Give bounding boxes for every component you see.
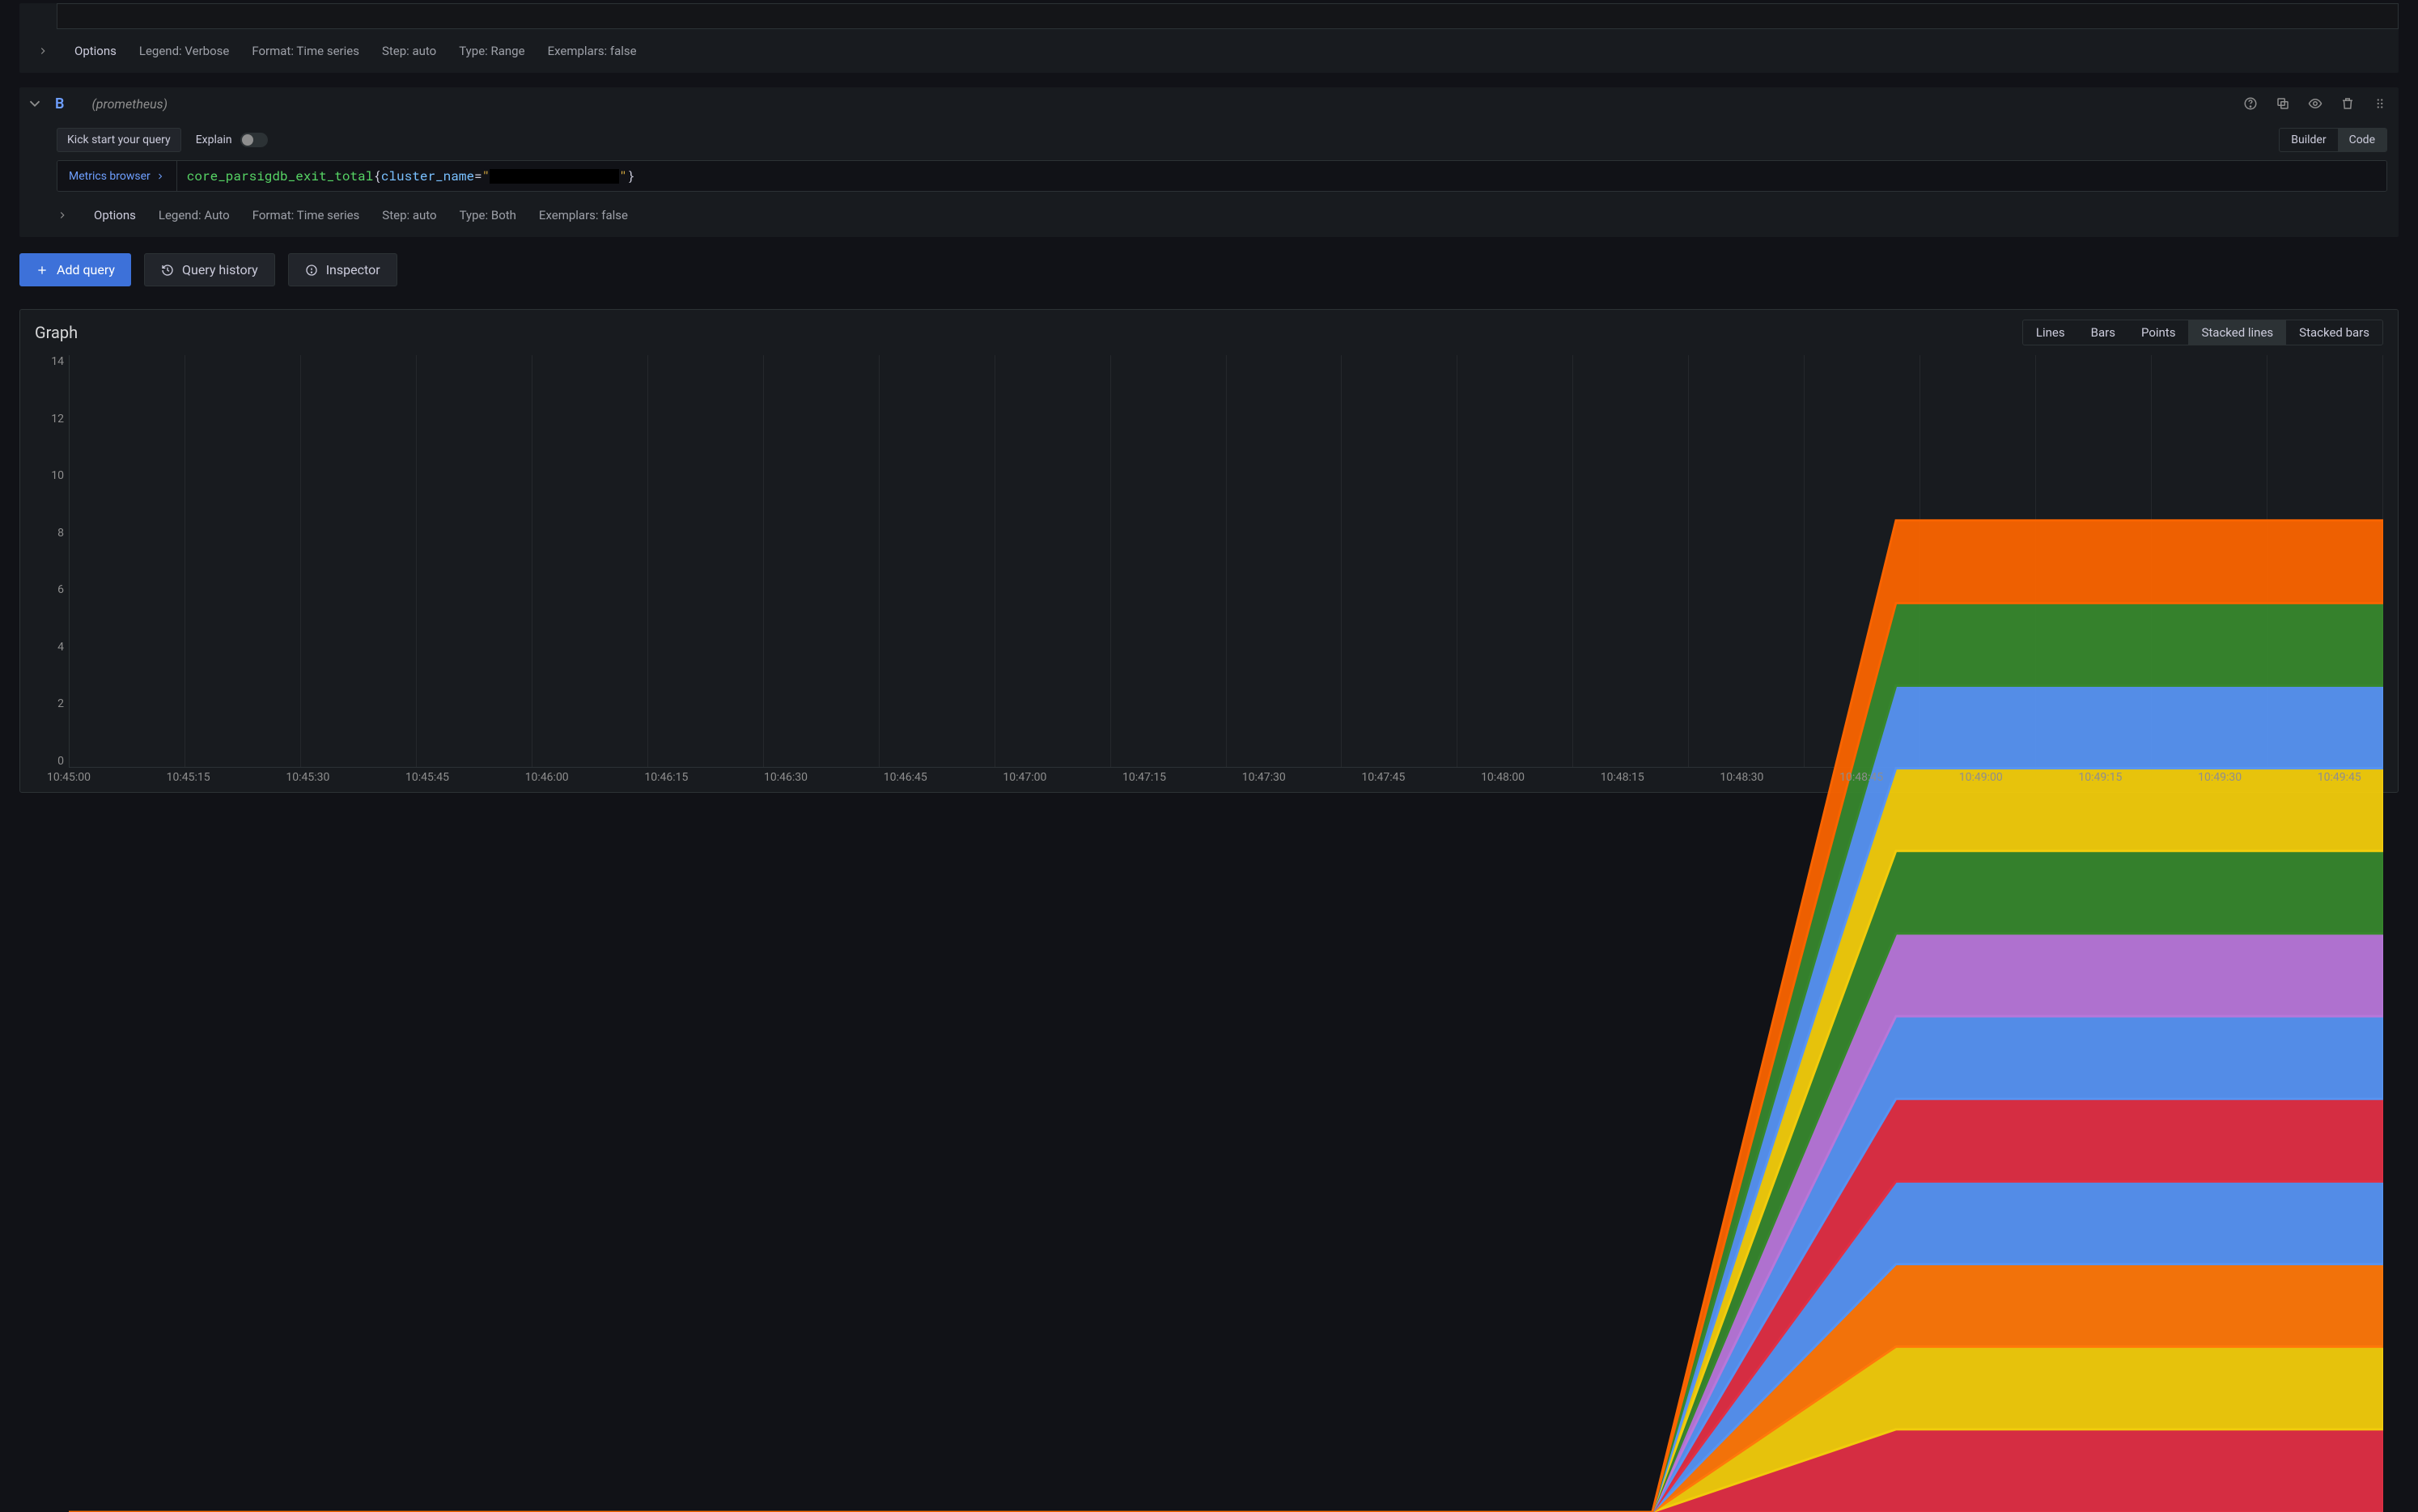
x-tick: 10:45:45 bbox=[405, 771, 449, 792]
x-tick: 10:46:00 bbox=[525, 771, 569, 792]
explain-label: Explain bbox=[196, 133, 232, 146]
query-b-panel: B (prometheus) Kick start your query Exp… bbox=[19, 87, 2399, 237]
datasource-name: (prometheus) bbox=[91, 96, 168, 112]
viz-points[interactable]: Points bbox=[2128, 320, 2189, 345]
format-summary: Format: Time series bbox=[252, 208, 360, 222]
graph-title: Graph bbox=[35, 323, 78, 342]
y-tick: 0 bbox=[28, 755, 64, 768]
x-tick: 10:49:30 bbox=[2198, 771, 2242, 792]
query-b-options-row: Options Legend: Auto Format: Time series… bbox=[57, 197, 2387, 237]
query-a-options-row: Options Legend: Verbose Format: Time ser… bbox=[19, 32, 2399, 73]
copy-icon[interactable] bbox=[2271, 91, 2295, 116]
x-tick: 10:49:00 bbox=[1959, 771, 2003, 792]
x-tick: 10:46:15 bbox=[644, 771, 688, 792]
query-letter[interactable]: B bbox=[55, 95, 64, 112]
query-history-button[interactable]: Query history bbox=[144, 253, 275, 286]
x-tick: 10:45:30 bbox=[286, 771, 329, 792]
inspector-label: Inspector bbox=[326, 262, 380, 277]
query-a-panel: Options Legend: Verbose Format: Time ser… bbox=[19, 3, 2399, 73]
step-summary: Step: auto bbox=[382, 44, 436, 58]
trash-icon[interactable] bbox=[2335, 91, 2360, 116]
options-label[interactable]: Options bbox=[94, 208, 136, 222]
exemplars-summary: Exemplars: false bbox=[548, 44, 637, 58]
explain-toggle[interactable] bbox=[240, 133, 268, 147]
format-summary: Format: Time series bbox=[252, 44, 359, 58]
query-a-code-input[interactable] bbox=[57, 3, 2399, 29]
series-area bbox=[69, 1429, 2383, 1512]
y-tick: 4 bbox=[28, 641, 64, 654]
y-tick: 14 bbox=[28, 355, 64, 368]
y-tick: 6 bbox=[28, 583, 64, 596]
eye-icon[interactable] bbox=[2303, 91, 2327, 116]
token-metric: core_parsigdb_exit_total bbox=[187, 167, 373, 184]
plot-svg bbox=[69, 355, 2383, 1512]
legend-summary: Legend: Verbose bbox=[139, 44, 229, 58]
chevron-down-icon[interactable] bbox=[26, 95, 44, 112]
viz-stacked-bars[interactable]: Stacked bars bbox=[2286, 320, 2382, 345]
y-tick: 12 bbox=[28, 413, 64, 426]
options-label[interactable]: Options bbox=[74, 44, 117, 58]
chevron-right-icon[interactable] bbox=[57, 210, 68, 221]
query-b-header: B (prometheus) bbox=[19, 87, 2399, 120]
query-history-label: Query history bbox=[182, 262, 258, 277]
x-tick: 10:46:30 bbox=[764, 771, 808, 792]
x-tick: 10:46:45 bbox=[884, 771, 927, 792]
viz-bars[interactable]: Bars bbox=[2078, 320, 2128, 345]
x-tick: 10:47:45 bbox=[1361, 771, 1405, 792]
kick-start-button[interactable]: Kick start your query bbox=[57, 128, 181, 152]
inspector-button[interactable]: Inspector bbox=[288, 253, 397, 286]
x-tick: 10:48:15 bbox=[1601, 771, 1644, 792]
promql-input[interactable]: core_parsigdb_exit_total{cluster_name=""… bbox=[177, 161, 2386, 191]
exemplars-summary: Exemplars: false bbox=[539, 208, 628, 222]
x-axis: 10:45:0010:45:1510:45:3010:45:4510:46:00… bbox=[69, 771, 2383, 792]
y-axis: 14 12 10 8 6 4 2 0 bbox=[28, 355, 64, 768]
query-b-body: Kick start your query Explain Builder Co… bbox=[19, 120, 2399, 237]
x-tick: 10:48:45 bbox=[1839, 771, 1883, 792]
viz-lines[interactable]: Lines bbox=[2023, 320, 2078, 345]
metrics-browser-button[interactable]: Metrics browser bbox=[57, 161, 177, 191]
x-tick: 10:45:00 bbox=[47, 771, 91, 792]
y-tick: 8 bbox=[28, 527, 64, 540]
redacted-value bbox=[490, 169, 619, 184]
x-tick: 10:49:45 bbox=[2318, 771, 2361, 792]
code-editor-row: Metrics browser core_parsigdb_exit_total… bbox=[57, 160, 2387, 192]
type-summary: Type: Both bbox=[460, 208, 516, 222]
viz-switch: Lines Bars Points Stacked lines Stacked … bbox=[2022, 320, 2383, 345]
type-summary: Type: Range bbox=[459, 44, 524, 58]
x-tick: 10:45:15 bbox=[167, 771, 210, 792]
chevron-right-icon[interactable] bbox=[37, 45, 49, 57]
code-tab[interactable]: Code bbox=[2338, 129, 2386, 151]
legend-summary: Legend: Auto bbox=[159, 208, 230, 222]
viz-stacked-lines[interactable]: Stacked lines bbox=[2188, 320, 2286, 345]
graph-panel: Graph Lines Bars Points Stacked lines St… bbox=[19, 309, 2399, 793]
builder-tab[interactable]: Builder bbox=[2280, 129, 2337, 151]
metrics-browser-label: Metrics browser bbox=[69, 170, 151, 183]
plot-area[interactable]: 14121086420 10:45:0010:45:1510:45:3010:4… bbox=[69, 355, 2383, 792]
x-tick: 10:48:30 bbox=[1720, 771, 1763, 792]
y-tick: 10 bbox=[28, 469, 64, 482]
x-tick: 10:47:30 bbox=[1242, 771, 1286, 792]
x-tick: 10:47:00 bbox=[1003, 771, 1046, 792]
add-query-button[interactable]: Add query bbox=[19, 253, 131, 286]
actions-row: Add query Query history Inspector bbox=[19, 253, 2399, 286]
x-tick: 10:49:15 bbox=[2078, 771, 2122, 792]
x-tick: 10:47:15 bbox=[1122, 771, 1166, 792]
builder-code-group: Builder Code bbox=[2279, 128, 2387, 152]
add-query-label: Add query bbox=[57, 262, 115, 277]
x-tick: 10:48:00 bbox=[1481, 771, 1525, 792]
step-summary: Step: auto bbox=[382, 208, 436, 222]
help-icon[interactable] bbox=[2238, 91, 2263, 116]
y-tick: 2 bbox=[28, 697, 64, 710]
drag-handle-icon[interactable] bbox=[2368, 91, 2392, 116]
token-label: cluster_name bbox=[381, 167, 474, 184]
